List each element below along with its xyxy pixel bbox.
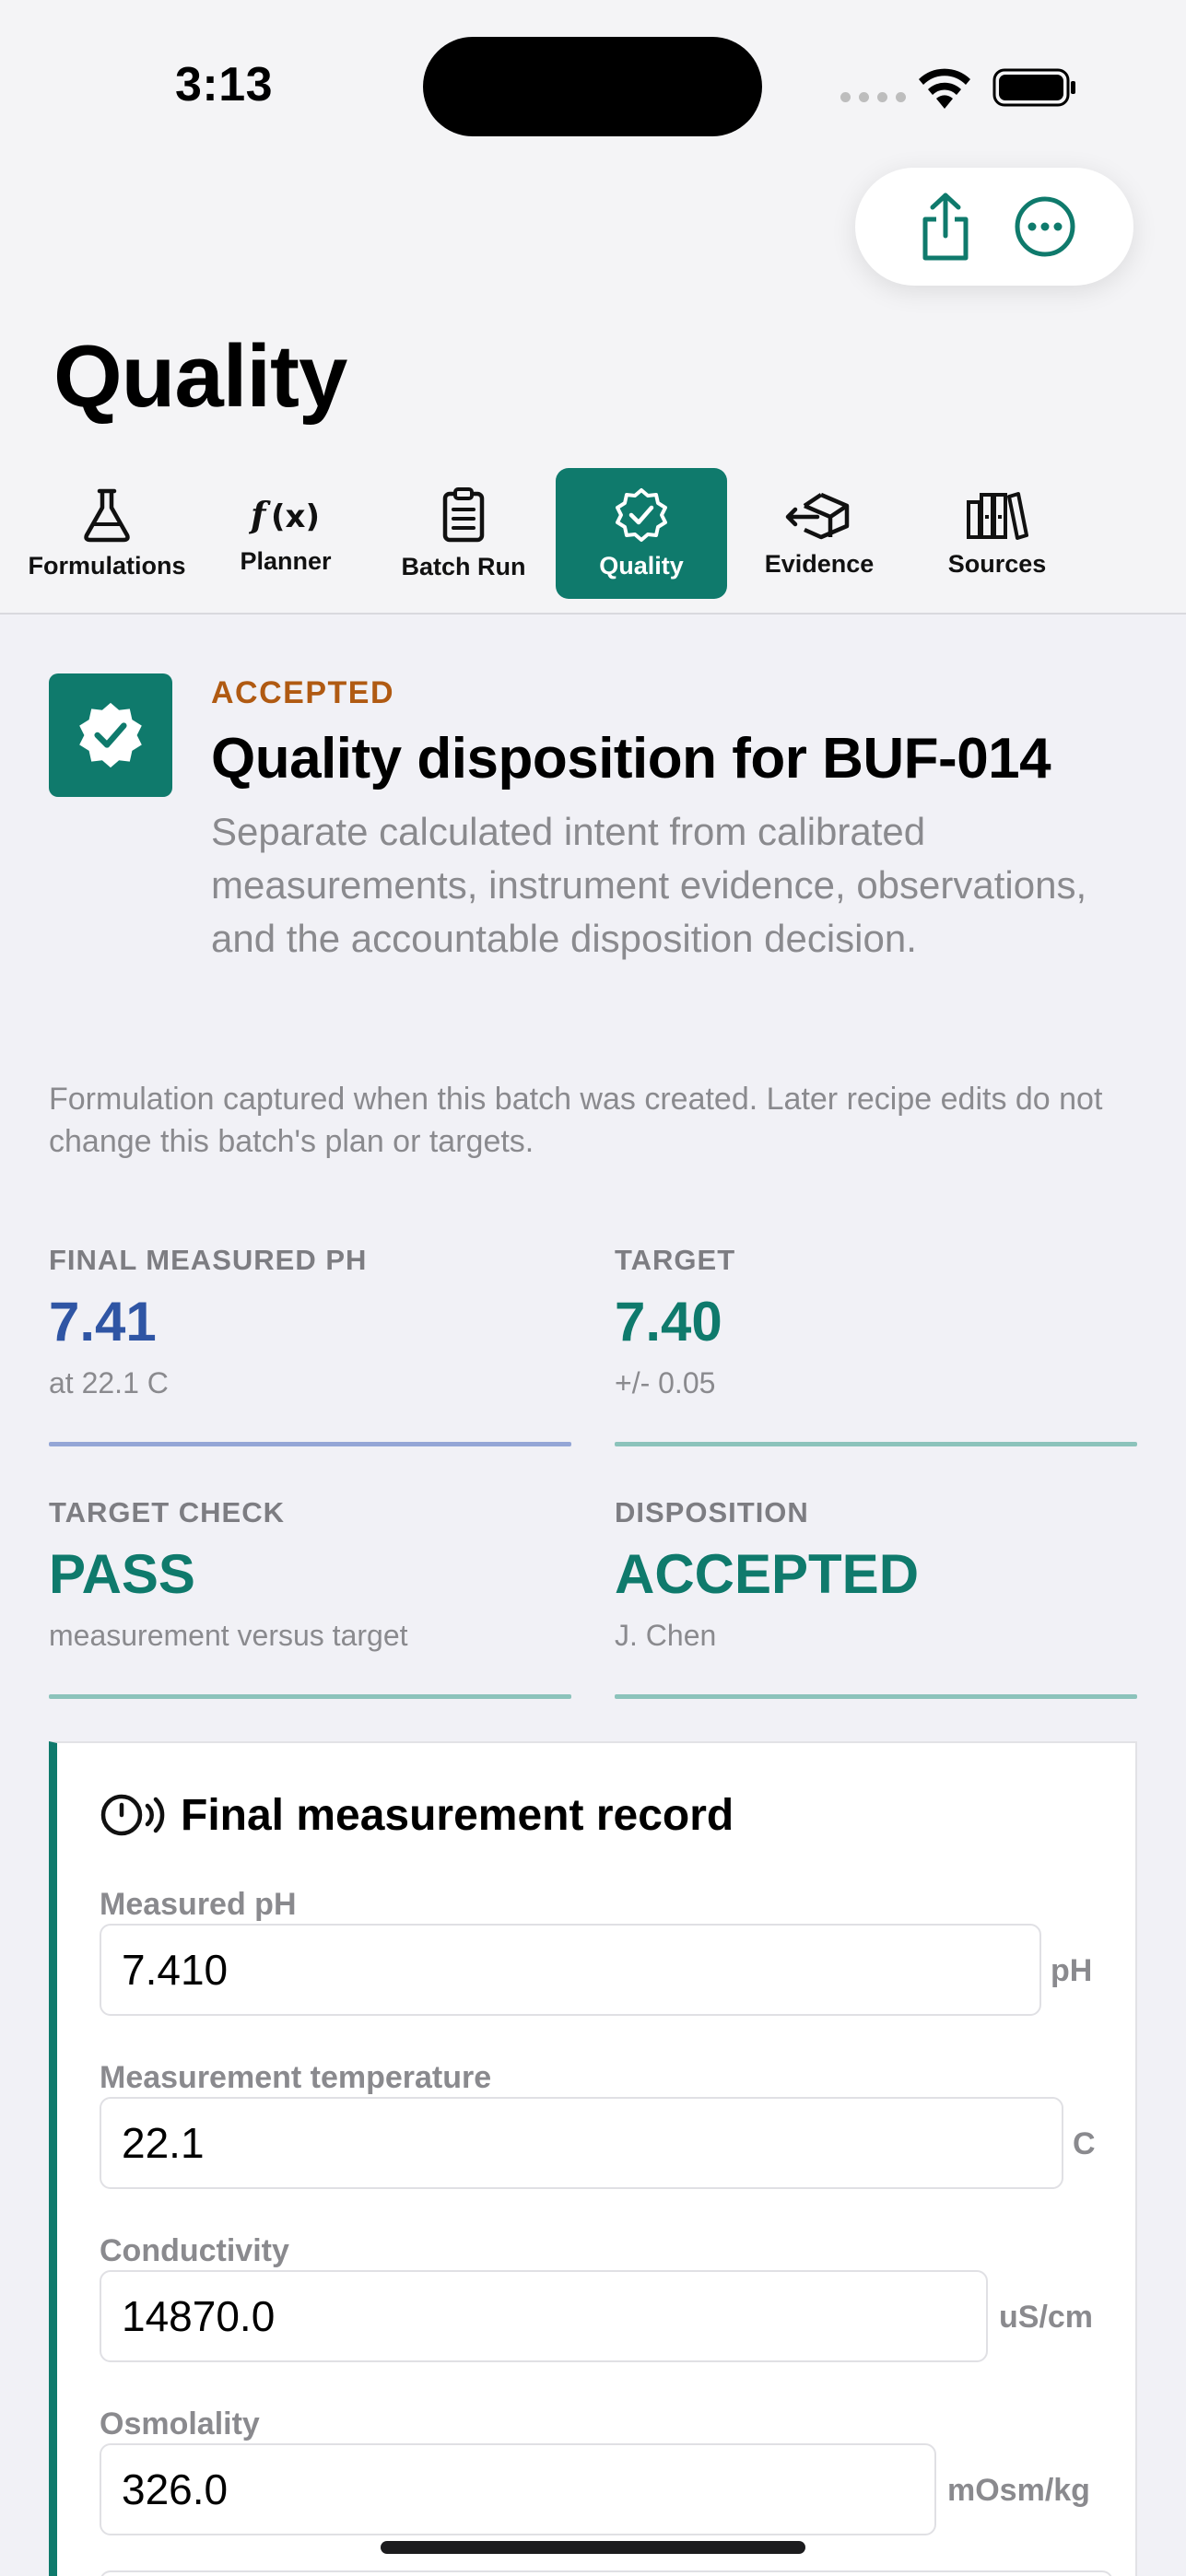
field-label-osmolality: Osmolality (100, 2406, 260, 2441)
function-icon: f (x) (249, 494, 320, 535)
tab-sources[interactable]: Sources (911, 468, 1083, 599)
more-button[interactable] (1008, 190, 1082, 263)
tab-label: Sources (947, 549, 1047, 578)
status-bar: 3:13 (0, 0, 1186, 175)
next-field-input[interactable] (100, 2570, 1113, 2576)
svg-text:f: f (249, 494, 271, 535)
seal-check-icon (616, 487, 667, 542)
tab-label: Batch Run (401, 552, 526, 580)
tab-quality[interactable]: Quality (556, 468, 727, 599)
books-icon (967, 491, 1028, 540)
svg-text:(x): (x) (271, 498, 320, 535)
metric-underline (615, 1442, 1137, 1446)
tab-label: Evidence (764, 549, 875, 578)
field-unit-conductivity: uS/cm (999, 2300, 1094, 2335)
metric-target: TARGET 7.40 +/- 0.05 (615, 1244, 1137, 1446)
disposition-status-label: ACCEPTED (211, 675, 395, 710)
snapshot-note: Formulation captured when this batch was… (49, 1082, 1103, 1159)
quality-badge (49, 673, 172, 797)
metric-disposition: DISPOSITION ACCEPTED J. Chen (615, 1496, 1137, 1699)
battery-icon (992, 68, 1075, 107)
conductivity-input[interactable]: 14870.0 (100, 2270, 988, 2362)
box-arrow-icon (785, 492, 850, 539)
field-unit-temperature: C (1073, 2126, 1096, 2161)
tab-batch-run[interactable]: Batch Run (378, 468, 549, 599)
share-icon (922, 193, 969, 261)
metric-label: FINAL MEASURED PH (49, 1244, 368, 1276)
seal-check-icon (79, 702, 142, 768)
metric-value: ACCEPTED (615, 1543, 920, 1605)
disposition-description: Separate calculated intent from calibrat… (211, 810, 1087, 960)
tab-evidence[interactable]: Evidence (734, 468, 905, 599)
disposition-title: Quality disposition for BUF-014 (211, 727, 1051, 790)
metric-underline (49, 1442, 571, 1446)
field-label-ph: Measured pH (100, 1887, 297, 1922)
ellipsis-circle-icon (1015, 196, 1075, 257)
card-header: Final measurement record (100, 1789, 734, 1841)
field-unit-ph: pH (1051, 1953, 1093, 1988)
wifi-icon (919, 68, 970, 109)
field-unit-osmolality: mOsm/kg (947, 2473, 1090, 2508)
field-label-temperature: Measurement temperature (100, 2060, 492, 2095)
clipboard-icon (442, 486, 485, 542)
tab-label: Quality (599, 551, 684, 580)
card-title: Final measurement record (181, 1790, 734, 1840)
page-title: Quality (53, 327, 347, 426)
metric-label: TARGET CHECK (49, 1496, 285, 1528)
metric-underline (615, 1694, 1137, 1699)
field-label-conductivity: Conductivity (100, 2233, 289, 2268)
metric-underline (49, 1694, 571, 1699)
tab-divider (0, 613, 1186, 615)
metric-label: TARGET (615, 1244, 736, 1276)
metric-value: 7.40 (615, 1291, 722, 1352)
metric-sub: J. Chen (615, 1619, 717, 1652)
measurement-temperature-input[interactable]: 22.1 (100, 2097, 1063, 2189)
metric-sub: at 22.1 C (49, 1366, 169, 1399)
share-button[interactable] (909, 190, 982, 263)
flask-icon (84, 488, 130, 542)
tab-planner[interactable]: f (x) Planner (205, 468, 367, 599)
metric-value: 7.41 (49, 1291, 157, 1352)
measured-ph-input[interactable]: 7.410 (100, 1924, 1041, 2016)
metric-final-ph: FINAL MEASURED PH 7.41 at 22.1 C (49, 1244, 571, 1446)
tab-formulations[interactable]: Formulations (17, 468, 197, 599)
navbar-actions (855, 168, 1133, 286)
final-measurement-card: Final measurement record Measured pH 7.4… (49, 1741, 1137, 2576)
metric-label: DISPOSITION (615, 1496, 809, 1528)
tab-label: Formulations (28, 551, 186, 580)
tab-bar: Formulations f (x) Planner Batch Run Qua… (0, 468, 1186, 606)
metric-value: PASS (49, 1543, 195, 1605)
home-indicator (381, 2541, 805, 2554)
metric-sub: +/- 0.05 (615, 1366, 716, 1399)
metric-sub: measurement versus target (49, 1619, 408, 1652)
dynamic-island (423, 37, 762, 136)
metric-target-check: TARGET CHECK PASS measurement versus tar… (49, 1496, 571, 1699)
tab-label: Planner (240, 546, 332, 575)
status-time: 3:13 (175, 58, 274, 111)
sensor-icon (100, 1794, 165, 1836)
osmolality-input[interactable]: 326.0 (100, 2443, 936, 2535)
cellular-signal-icon (840, 92, 906, 102)
